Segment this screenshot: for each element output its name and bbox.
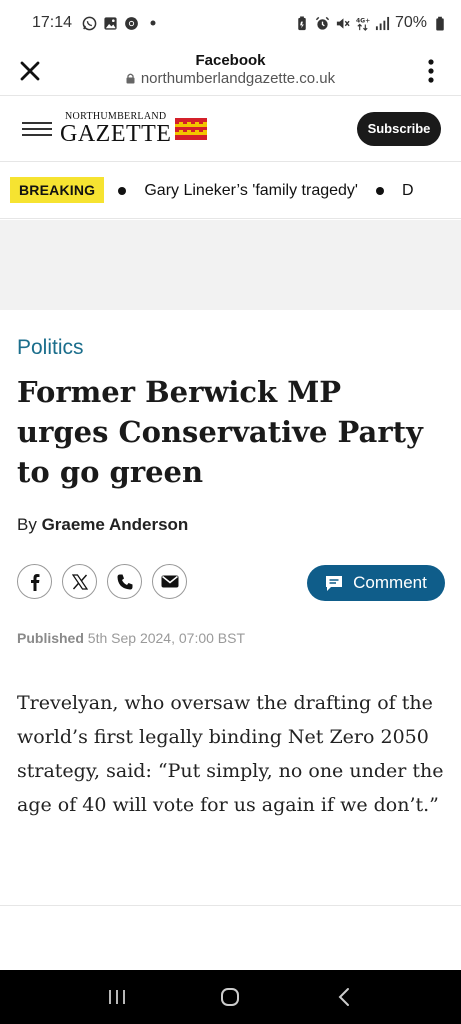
ticker-item[interactable]: D (402, 182, 414, 200)
dot-icon (145, 16, 160, 31)
back-button[interactable] (324, 977, 364, 1017)
close-icon (20, 61, 40, 80)
svg-text:4G+: 4G+ (356, 17, 370, 24)
mute-icon (335, 16, 350, 31)
menu-icon[interactable] (22, 119, 52, 139)
browser-url[interactable]: northumberlandgazette.co.uk (126, 70, 335, 88)
ticker-track: enly Gary Lineker’s 'family tragedy' D (71, 182, 414, 200)
share-facebook-button[interactable] (17, 564, 52, 599)
site-logo[interactable]: NORTHUMBERLAND GAZETTE (60, 110, 208, 147)
email-icon (161, 575, 178, 588)
phone-icon (117, 574, 132, 589)
share-x-button[interactable] (62, 564, 97, 599)
logo-top: NORTHUMBERLAND (65, 110, 167, 122)
published-label: Published (17, 630, 84, 646)
ticker-separator-dot (118, 187, 127, 195)
in-app-browser-bar: Facebook northumberlandgazette.co.uk (0, 46, 461, 96)
x-logo-icon (71, 573, 88, 590)
home-button[interactable] (210, 977, 250, 1017)
author-name[interactable]: Graeme Anderson (42, 515, 189, 534)
comment-button[interactable]: Comment (307, 565, 445, 601)
whatsapp-icon (82, 16, 97, 31)
status-right: 4G+ 70% (295, 14, 447, 32)
logo-main: GAZETTE (60, 120, 172, 147)
published-value: 5th Sep 2024, 07:00 BST (87, 630, 246, 646)
status-left: 17:14 (32, 14, 160, 32)
status-time: 17:14 (32, 14, 73, 31)
byline-prefix: By (17, 515, 42, 534)
comment-label: Comment (353, 573, 427, 592)
site-header: NORTHUMBERLAND GAZETTE Subscribe (0, 96, 461, 162)
battery-percent: 70% (394, 14, 427, 31)
byline: By Graeme Anderson (17, 515, 188, 535)
battery-saver-icon (295, 15, 310, 31)
article-paragraph: Trevelyan, who oversaw the drafting of t… (17, 692, 444, 816)
published-date: Published 5th Sep 2024, 07:00 BST (17, 630, 245, 646)
chrome-icon (124, 16, 139, 31)
breaking-badge: BREAKING (10, 177, 105, 203)
home-icon (221, 988, 240, 1006)
logo-text: NORTHUMBERLAND GAZETTE (60, 110, 172, 147)
more-vertical-icon (428, 58, 434, 83)
divider (0, 905, 461, 906)
lock-icon (126, 73, 135, 84)
status-bar: 17:14 4G+ 70% (0, 0, 461, 46)
signal-icon (375, 16, 390, 31)
system-nav-bar (0, 970, 461, 1024)
subscribe-button[interactable]: Subscribe (357, 111, 441, 146)
share-buttons (17, 564, 187, 599)
ad-placeholder (0, 220, 461, 310)
comment-icon (326, 575, 343, 591)
ticker-item[interactable]: Gary Lineker’s 'family tragedy' (144, 182, 358, 200)
recents-button[interactable] (97, 977, 137, 1017)
article-headline: Former Berwick MP urges Conservative Par… (17, 375, 423, 489)
recents-icon (108, 990, 125, 1004)
image-icon (103, 16, 118, 31)
article-category[interactable]: Politics (17, 336, 84, 360)
browser-title: Facebook northumberlandgazette.co.uk (60, 52, 401, 90)
4g-icon: 4G+ (355, 16, 370, 31)
close-button[interactable] (0, 46, 60, 96)
back-icon (338, 988, 350, 1006)
more-options-button[interactable] (401, 46, 461, 96)
alarm-icon (315, 16, 330, 31)
northumberland-flag-icon (175, 117, 208, 140)
breaking-news-ticker[interactable]: enly Gary Lineker’s 'family tragedy' D B… (0, 163, 461, 219)
browser-url-text: northumberlandgazette.co.uk (140, 69, 336, 87)
ticker-separator-dot (375, 187, 384, 195)
share-email-button[interactable] (152, 564, 187, 599)
browser-app-name: Facebook (195, 51, 266, 69)
share-whatsapp-button[interactable] (107, 564, 142, 599)
facebook-icon (30, 573, 39, 591)
battery-icon (432, 16, 447, 31)
